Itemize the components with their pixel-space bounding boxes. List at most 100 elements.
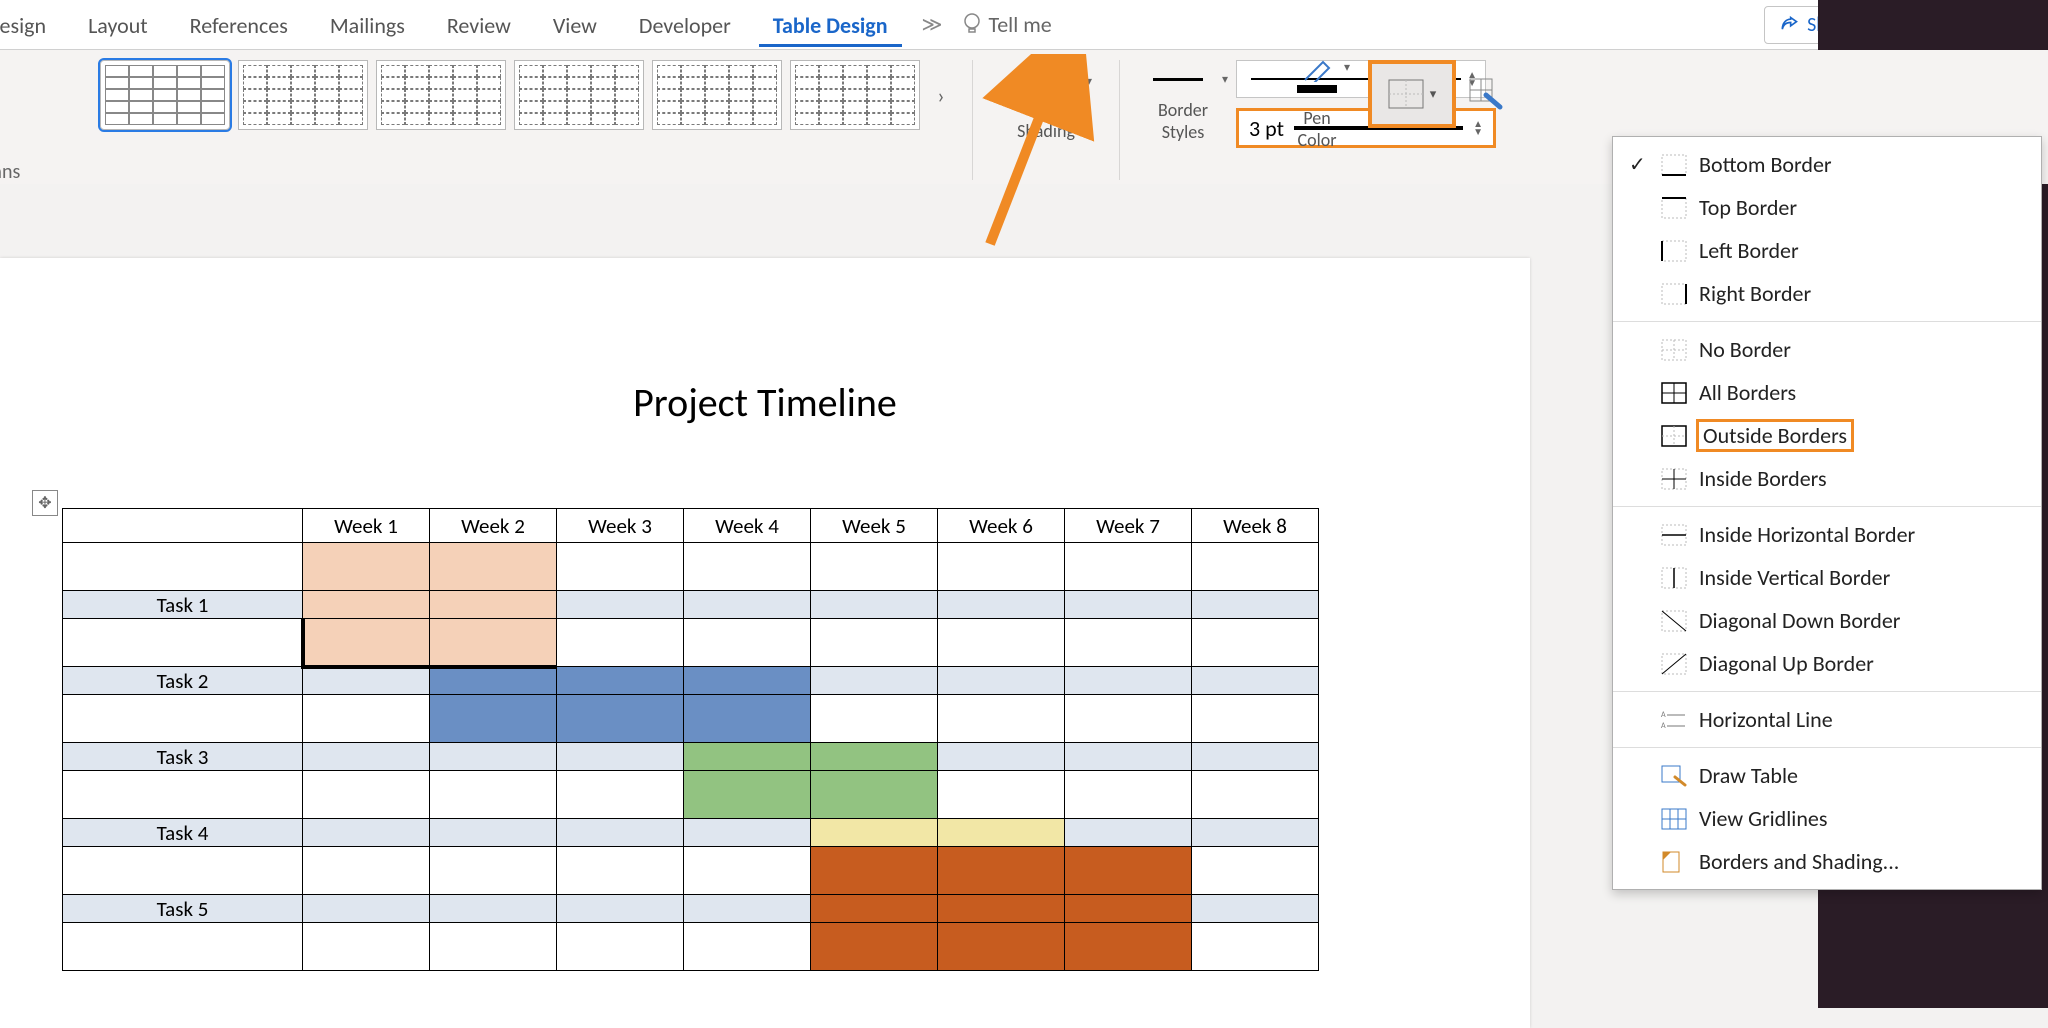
menu-item-all-borders[interactable]: All Borders xyxy=(1613,371,2041,414)
tab-table-design[interactable]: Table Design xyxy=(759,2,902,47)
table-row[interactable]: Task 4 xyxy=(63,819,1319,847)
menu-item-right-border[interactable]: Right Border xyxy=(1613,272,2041,315)
menu-label: Right Border xyxy=(1699,280,1811,307)
menu-label: View Gridlines xyxy=(1699,805,1827,832)
table-header-row: Week 1 Week 2 Week 3 Week 4 Week 5 Week … xyxy=(63,509,1319,543)
menu-item-bottom-border[interactable]: ✓Bottom Border xyxy=(1613,143,2041,186)
table-style-5[interactable] xyxy=(652,60,782,130)
menu-separator xyxy=(1613,691,2041,692)
tabs-overflow[interactable]: ≫ xyxy=(916,12,949,37)
border-styles-group: ▾ Border Styles ▲▼ 3 pt ▲▼ xyxy=(1138,60,1258,148)
tell-me-search[interactable]: Tell me xyxy=(962,11,1051,38)
border-painter-button[interactable] xyxy=(1462,60,1512,128)
pen-color-swatch xyxy=(1297,85,1337,93)
menu-label: All Borders xyxy=(1699,379,1796,406)
table-row[interactable]: Task 2 xyxy=(63,667,1319,695)
menu-item-diagonal-up[interactable]: Diagonal Up Border xyxy=(1613,642,2041,685)
menu-item-horizontal-line[interactable]: AA Horizontal Line xyxy=(1613,698,2041,741)
row-task3-label[interactable]: Task 3 xyxy=(63,743,303,771)
border-styles-label: Border Styles xyxy=(1158,99,1208,143)
table-style-4[interactable] xyxy=(514,60,644,130)
dropdown-caret-icon[interactable]: ▾ xyxy=(1222,72,1228,87)
tell-me-label: Tell me xyxy=(988,11,1051,38)
table-style-2[interactable] xyxy=(238,60,368,130)
group-separator xyxy=(1119,60,1120,180)
table-style-1[interactable] xyxy=(100,60,230,130)
tab-mailings[interactable]: Mailings xyxy=(316,2,419,47)
header-week3[interactable]: Week 3 xyxy=(557,509,684,543)
header-week1[interactable]: Week 1 xyxy=(303,509,430,543)
menu-item-view-gridlines[interactable]: View Gridlines xyxy=(1613,797,2041,840)
tab-layout[interactable]: Layout xyxy=(74,2,162,47)
tab-view[interactable]: View xyxy=(539,2,611,47)
table-row[interactable] xyxy=(63,543,1319,591)
pen-color-group: ▾ Pen Color xyxy=(1272,60,1362,151)
menu-item-left-border[interactable]: Left Border xyxy=(1613,229,2041,272)
spinner-down-icon[interactable]: ▼ xyxy=(1473,128,1483,136)
row-task5-label[interactable]: Task 5 xyxy=(63,895,303,923)
row-task2-label[interactable]: Task 2 xyxy=(63,667,303,695)
menu-item-outside-borders[interactable]: Outside Borders xyxy=(1613,414,2041,457)
table-row[interactable] xyxy=(63,771,1319,819)
table-row[interactable] xyxy=(63,695,1319,743)
menu-label: No Border xyxy=(1699,336,1791,363)
header-week4[interactable]: Week 4 xyxy=(684,509,811,543)
menu-separator xyxy=(1613,321,2041,322)
dropdown-caret-icon[interactable]: ▾ xyxy=(1086,74,1092,89)
shading-label: Shading xyxy=(1017,120,1075,142)
table-style-3[interactable] xyxy=(376,60,506,130)
row-task4-label[interactable]: Task 4 xyxy=(63,819,303,847)
table-row[interactable]: Task 3 xyxy=(63,743,1319,771)
document-title: Project Timeline xyxy=(0,378,1530,427)
menu-item-top-border[interactable]: Top Border xyxy=(1613,186,2041,229)
menu-label: Outside Borders xyxy=(1699,422,1851,449)
pen-icon xyxy=(1303,60,1331,82)
header-week6[interactable]: Week 6 xyxy=(938,509,1065,543)
dropdown-caret-icon[interactable]: ▾ xyxy=(1430,87,1437,102)
checkmark-icon: ✓ xyxy=(1629,152,1649,177)
borders-dropdown-menu: ✓Bottom Border Top Border Left Border Ri… xyxy=(1612,136,2042,890)
menu-item-inside-vertical[interactable]: Inside Vertical Border xyxy=(1613,556,2041,599)
outside-borders-icon xyxy=(1661,425,1687,447)
table-row[interactable]: Task 1 xyxy=(63,591,1319,619)
menu-item-diagonal-down[interactable]: Diagonal Down Border xyxy=(1613,599,2041,642)
pen-color-button[interactable] xyxy=(1291,60,1343,100)
menu-item-no-border[interactable]: No Border xyxy=(1613,328,2041,371)
tab-design[interactable]: Design xyxy=(0,2,60,47)
left-border-icon xyxy=(1661,240,1687,262)
inside-horizontal-icon xyxy=(1661,524,1687,546)
menu-item-inside-horizontal[interactable]: Inside Horizontal Border xyxy=(1613,513,2041,556)
menu-item-draw-table[interactable]: Draw Table xyxy=(1613,754,2041,797)
header-week8[interactable]: Week 8 xyxy=(1192,509,1319,543)
table-style-6[interactable] xyxy=(790,60,920,130)
bottom-border-icon xyxy=(1661,154,1687,176)
table-row[interactable] xyxy=(63,923,1319,971)
borders-split-button[interactable]: ▾ xyxy=(1368,60,1456,128)
table-row[interactable] xyxy=(63,847,1319,895)
gallery-more-arrow[interactable]: › xyxy=(928,60,954,130)
table-move-handle[interactable]: ✥ xyxy=(32,490,58,516)
menu-item-borders-and-shading[interactable]: Borders and Shading... xyxy=(1613,840,2041,883)
shading-button[interactable]: ▾ xyxy=(1016,60,1076,116)
tab-review[interactable]: Review xyxy=(433,2,525,47)
table-row[interactable]: Task 5 xyxy=(63,895,1319,923)
header-week2[interactable]: Week 2 xyxy=(430,509,557,543)
header-week7[interactable]: Week 7 xyxy=(1065,509,1192,543)
svg-text:A: A xyxy=(1661,721,1666,731)
header-empty[interactable] xyxy=(63,509,303,543)
header-week5[interactable]: Week 5 xyxy=(811,509,938,543)
menu-label: Horizontal Line xyxy=(1699,706,1833,733)
menu-label: Top Border xyxy=(1699,194,1797,221)
tab-developer[interactable]: Developer xyxy=(625,2,745,47)
tab-references[interactable]: References xyxy=(176,2,302,47)
table-styles-gallery[interactable]: › xyxy=(100,60,954,130)
project-timeline-table[interactable]: Week 1 Week 2 Week 3 Week 4 Week 5 Week … xyxy=(62,508,1319,971)
paint-bucket-icon xyxy=(1031,60,1061,86)
table-row[interactable] xyxy=(63,619,1319,667)
border-style-preview[interactable] xyxy=(1138,65,1218,93)
svg-text:A: A xyxy=(1661,710,1666,720)
row-task1-label[interactable]: Task 1 xyxy=(63,591,303,619)
menu-item-inside-borders[interactable]: Inside Borders xyxy=(1613,457,2041,500)
horizontal-line-icon: AA xyxy=(1661,709,1687,731)
dropdown-caret-icon[interactable]: ▾ xyxy=(1344,60,1350,75)
